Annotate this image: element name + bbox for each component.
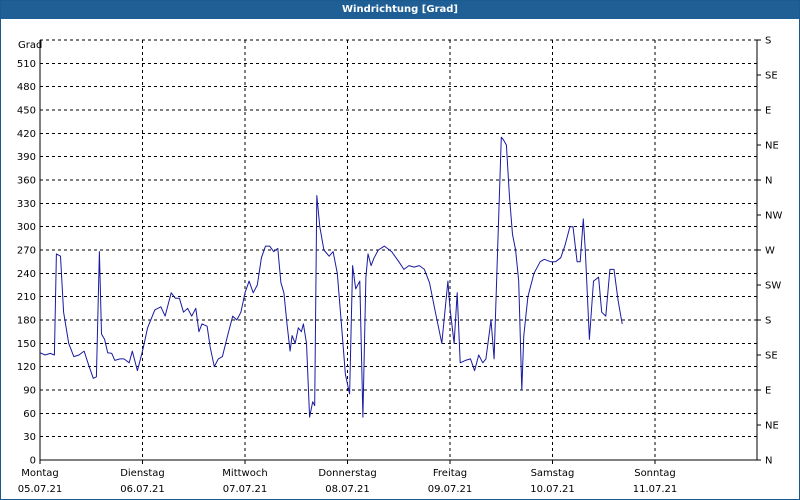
x-tick-date: 05.07.21: [18, 484, 63, 495]
y-tick-label: 450: [17, 106, 36, 117]
y-axis-label: Grad: [18, 40, 42, 51]
y-tick-label: 240: [17, 269, 36, 280]
right-axis-label: NW: [765, 211, 782, 222]
y-tick-label: 390: [17, 152, 36, 163]
y-tick-label: 360: [17, 176, 36, 187]
right-axis-label: SW: [765, 281, 781, 292]
series-layer: [39, 136, 623, 418]
x-tick-date: 06.07.21: [120, 484, 165, 495]
right-axis-label: SE: [765, 351, 778, 362]
y-tick-label: 300: [17, 222, 36, 233]
x-tick-date: 10.07.21: [530, 484, 575, 495]
y-tick-label: 510: [17, 59, 36, 70]
right-axis-label: N: [765, 176, 772, 187]
y-tick-label: 60: [23, 409, 36, 420]
x-tick-date: 09.07.21: [428, 484, 473, 495]
right-axis-label: S: [765, 36, 771, 47]
chart-svg: 0 30 60 90 120 150 180 210 240 270 300 330 360 390 420…: [17, 36, 783, 496]
right-axis-label: N: [765, 456, 772, 467]
y-tick-label: 330: [17, 199, 36, 210]
right-axis-label: S: [765, 316, 771, 327]
x-tick-day: Dienstag: [120, 468, 165, 479]
right-axis-label: E: [765, 386, 771, 397]
x-tick-day: Sonntag: [634, 468, 676, 479]
y-tick-label: 420: [17, 129, 36, 140]
axes: [39, 39, 761, 464]
x-tick-date: 08.07.21: [325, 484, 370, 495]
right-axis-label: E: [765, 106, 771, 117]
y-tick-label: 180: [17, 316, 36, 327]
y-tick-label: 90: [23, 386, 36, 397]
right-axis-label: NE: [765, 421, 779, 432]
right-axis-label: SE: [765, 71, 778, 82]
right-axis-label: NE: [765, 141, 779, 152]
y-tick-label: 120: [17, 362, 36, 373]
y-tick-label: 480: [17, 82, 36, 93]
y-tick-label: 30: [23, 432, 36, 443]
x-tick-date: 11.07.21: [633, 484, 678, 495]
y-tick-label: 270: [17, 246, 36, 257]
tick-labels: 0 30 60 90 120 150 180 210 240 270 300 330 360 390 420…: [17, 36, 783, 496]
x-tick-day: Samstag: [531, 468, 575, 479]
x-tick-day: Freitag: [433, 468, 467, 479]
right-axis-label: W: [765, 246, 775, 257]
y-tick-label: 0: [30, 456, 36, 467]
x-tick-day: Donnerstag: [318, 468, 376, 479]
grid: [40, 39, 757, 460]
series-line: [39, 136, 623, 418]
x-tick-date: 07.07.21: [223, 484, 268, 495]
y-tick-label: 210: [17, 292, 36, 303]
x-tick-day: Montag: [21, 468, 58, 479]
x-tick-day: Mittwoch: [222, 468, 267, 479]
y-tick-label: 150: [17, 339, 36, 350]
